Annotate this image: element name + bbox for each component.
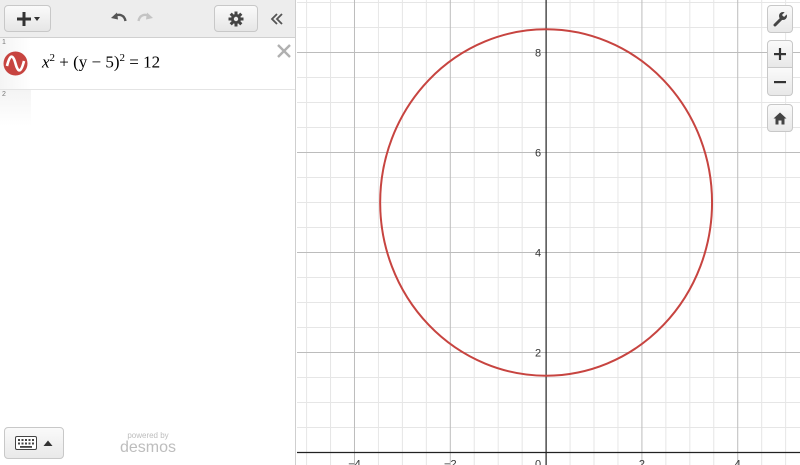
expression-gutter: 2	[0, 90, 31, 126]
zoom-in-button[interactable]	[767, 40, 793, 68]
zoom-out-button[interactable]	[767, 68, 793, 96]
settings-button[interactable]	[214, 5, 258, 32]
zoom-in-icon	[774, 48, 786, 60]
settings-gear-icon	[228, 11, 244, 26]
home-icon	[773, 112, 787, 124]
y-tick-label: 6	[535, 148, 541, 160]
axes	[297, 0, 800, 465]
latex-rhs: = 12	[125, 52, 161, 72]
x-tick-label: −2	[444, 459, 457, 465]
zoom-out-icon	[774, 80, 786, 83]
keyboard-toggle-button[interactable]	[4, 427, 64, 459]
collapse-chevrons-icon[interactable]	[266, 8, 288, 30]
redo-icon[interactable]	[134, 8, 156, 30]
caret-up-icon	[43, 440, 53, 446]
expression-panel: 1 x2 + (y − 5)2 = 12 2 powered by desmos	[0, 0, 296, 465]
row-number: 2	[2, 91, 6, 98]
keyboard-icon	[15, 436, 37, 450]
y-tick-label: 2	[535, 348, 541, 360]
row-number: 1	[2, 39, 6, 46]
add-item-button[interactable]	[4, 5, 51, 32]
default-viewport-button[interactable]	[767, 104, 793, 132]
major-grid	[297, 0, 800, 465]
expression-gutter: 1	[0, 38, 31, 89]
minor-grid	[297, 0, 800, 465]
undo-icon[interactable]	[108, 8, 130, 30]
expression-toolbar	[0, 0, 295, 38]
x-tick-label: 2	[639, 459, 645, 465]
graph-canvas[interactable]: −4 −2 0 2 4 2 4 6 8	[297, 0, 800, 465]
x-tick-label: 0	[535, 459, 541, 465]
latex-x: x	[42, 52, 50, 72]
add-icon	[16, 11, 40, 26]
expression-row-1[interactable]: 1 x2 + (y − 5)2 = 12	[0, 38, 295, 90]
y-tick-label: 4	[535, 248, 541, 260]
curve-color-icon[interactable]	[3, 51, 28, 76]
latex-middle: + (y − 5)	[55, 52, 120, 72]
expression-row-2[interactable]: 2	[0, 90, 295, 126]
x-tick-label: 4	[735, 459, 741, 465]
y-tick-label: 8	[535, 48, 541, 60]
x-tick-label: −4	[348, 459, 361, 465]
expression-input[interactable]: x2 + (y − 5)2 = 12	[42, 52, 160, 73]
powered-by-logo: powered by desmos	[117, 431, 179, 456]
wrench-icon	[773, 11, 788, 27]
desmos-brand: desmos	[119, 439, 177, 456]
delete-x-icon[interactable]	[275, 42, 293, 60]
graph-settings-button[interactable]	[767, 5, 793, 33]
